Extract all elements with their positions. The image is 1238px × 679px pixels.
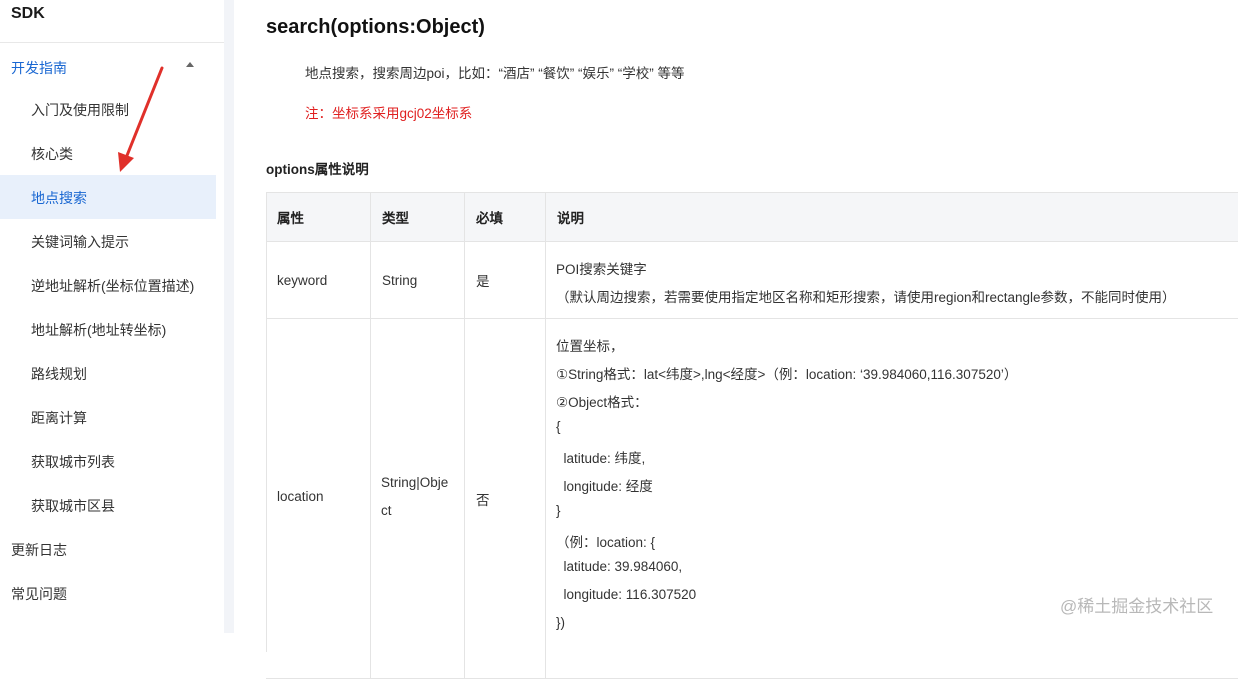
sidebar-item-city-district[interactable]: 获取城市区县 <box>0 483 216 527</box>
desc-line: 位置坐标， <box>556 339 624 354</box>
sidebar-item-label: 核心类 <box>31 146 73 162</box>
table-cell-type: String <box>371 242 465 319</box>
sidebar-item-route-planning[interactable]: 路线规划 <box>0 351 216 395</box>
options-table: 属性 类型 必填 说明 keyword String 是 POI搜索关键字 （默… <box>266 192 1238 679</box>
cell-text: location <box>277 489 324 504</box>
cell-text: 否 <box>476 493 490 508</box>
sidebar-item-label: 获取城市区县 <box>31 498 115 514</box>
section-title: options属性说明 <box>266 162 369 177</box>
table-cell-name: location <box>266 319 371 679</box>
sidebar-item-core-classes[interactable]: 核心类 <box>0 131 216 175</box>
desc-line: POI搜索关键字 <box>556 262 647 277</box>
desc-line: longitude: 经度 <box>556 479 653 494</box>
desc-line: ②Object格式： <box>556 395 648 410</box>
desc-line: } <box>556 503 561 518</box>
desc-line: longitude: 116.307520 <box>556 587 697 602</box>
desc-line: latitude: 纬度, <box>556 451 646 466</box>
sidebar-item-city-list[interactable]: 获取城市列表 <box>0 439 216 483</box>
chevron-up-icon <box>186 62 194 67</box>
desc-line: }) <box>556 615 566 630</box>
table-header-cell: 必填 <box>465 192 546 242</box>
sidebar-item-label: 地点搜索 <box>31 190 87 206</box>
coordinate-note: 注：坐标系采用gcj02坐标系 <box>305 106 473 121</box>
table-header-cell: 说明 <box>546 192 1238 242</box>
sidebar-title: SDK <box>11 5 45 22</box>
table-cell-required: 是 <box>465 242 546 319</box>
desc-line: { <box>556 419 561 434</box>
page-title: search(options:Object) <box>266 16 485 38</box>
desc-line: latitude: 39.984060, <box>556 559 683 574</box>
sidebar-item-label: 关键词输入提示 <box>31 234 129 250</box>
table-cell-required: 否 <box>465 319 546 679</box>
sidebar-item-label: 获取城市列表 <box>31 454 115 470</box>
sidebar-divider <box>0 42 224 43</box>
sidebar-item-distance[interactable]: 距离计算 <box>0 395 216 439</box>
sidebar-item-label: 距离计算 <box>31 410 87 426</box>
sidebar-item-keyword-suggest[interactable]: 关键词输入提示 <box>0 219 216 263</box>
sidebar-item-changelog[interactable]: 更新日志 <box>0 529 216 569</box>
sidebar-item-label: 地址解析(地址转坐标) <box>31 322 167 338</box>
sidebar-group-label: 开发指南 <box>11 60 67 76</box>
method-description: 地点搜索，搜索周边poi，比如：“酒店” “餐饮” “娱乐” “学校” 等等 <box>305 66 685 81</box>
sidebar-item-label: 常见问题 <box>11 586 67 602</box>
sidebar-item-label: 入门及使用限制 <box>31 102 129 118</box>
table-cell-name: keyword <box>266 242 371 319</box>
table-header-cell: 类型 <box>371 192 465 242</box>
sidebar-item-getting-started[interactable]: 入门及使用限制 <box>0 87 216 131</box>
main-content: search(options:Object) 地点搜索，搜索周边poi，比如：“… <box>234 0 1238 679</box>
table-cell-type: String|Obje ct <box>371 319 465 679</box>
sidebar: SDK 开发指南 入门及使用限制 核心类 地点搜索 关键词输入提示 逆地址解析(… <box>0 0 224 633</box>
watermark: @稀土掘金技术社区 <box>1060 597 1214 616</box>
type-line: String|Obje <box>381 475 449 490</box>
sidebar-item-label: 逆地址解析(坐标位置描述) <box>31 278 195 294</box>
desc-line: ①String格式：lat<纬度>,lng<经度>（例：location: ‘3… <box>556 367 1018 382</box>
sidebar-item-label: 更新日志 <box>11 542 67 558</box>
desc-line: （例：location: { <box>556 535 656 550</box>
sidebar-item-geocoder[interactable]: 地址解析(地址转坐标) <box>0 307 216 351</box>
sidebar-item-reverse-geocoder[interactable]: 逆地址解析(坐标位置描述) <box>0 263 216 307</box>
sidebar-group-dev-guide[interactable]: 开发指南 <box>0 52 216 80</box>
type-line: ct <box>381 503 392 518</box>
desc-line: （默认周边搜索，若需要使用指定地区名称和矩形搜索，请使用region和recta… <box>556 290 1176 305</box>
table-cell-desc: 位置坐标， ①String格式：lat<纬度>,lng<经度>（例：locati… <box>546 319 1238 679</box>
sidebar-item-place-search[interactable]: 地点搜索 <box>0 175 216 219</box>
table-cell-desc: POI搜索关键字 （默认周边搜索，若需要使用指定地区名称和矩形搜索，请使用reg… <box>546 242 1238 319</box>
sidebar-gutter <box>224 0 234 633</box>
table-header-cell: 属性 <box>266 192 371 242</box>
sidebar-item-label: 路线规划 <box>31 366 87 382</box>
sidebar-item-faq[interactable]: 常见问题 <box>0 573 216 613</box>
